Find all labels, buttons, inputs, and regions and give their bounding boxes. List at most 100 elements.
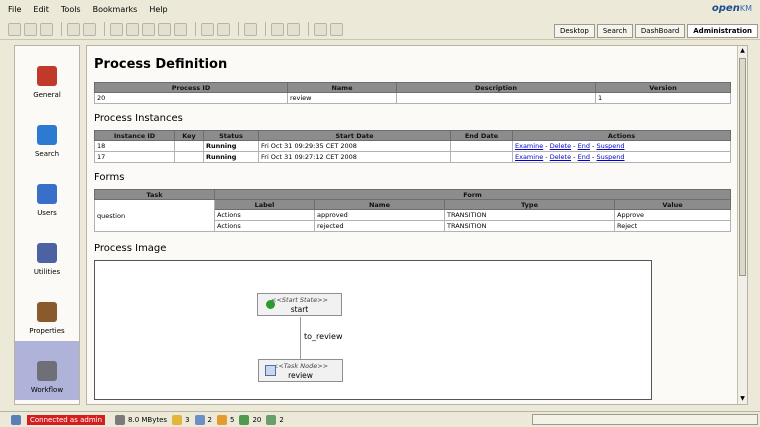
table-cell [396,92,596,104]
instance-id: 18 [94,140,175,152]
remove-property-group-icon[interactable] [217,22,230,36]
workflow-content: Process Definition Process ID Name Descr… [94,46,738,400]
menu-edit[interactable]: Edit [33,5,49,14]
section-title: Forms [94,172,125,183]
process-instances-table: Instance ID Key Status Start Date End Da… [94,130,731,163]
column-header: Form [214,189,731,200]
end-link[interactable]: End [578,153,590,161]
sidebar-item-properties[interactable]: Properties [15,282,79,341]
column-header: Label [214,199,315,210]
sidebar-item-users[interactable]: Users [15,164,79,223]
menu-bookmarks[interactable]: Bookmarks [93,5,138,14]
delete-link[interactable]: Delete [550,153,571,161]
home-icon[interactable] [330,22,343,36]
column-header: Key [174,130,204,141]
lock-icon[interactable] [67,22,80,36]
memory-icon [115,414,126,425]
find-folder-icon[interactable] [24,22,37,36]
tab-desktop[interactable]: Desktop [553,24,595,38]
separator: - [545,142,548,150]
cancel-checkout-icon[interactable] [174,22,187,36]
vertical-scrollbar[interactable]: ▲ ▼ [737,46,747,404]
table-cell: 20 [94,92,288,104]
sidebar-item-general[interactable]: General [15,46,79,105]
sidebar-item-search[interactable]: Search [15,105,79,164]
suspend-link[interactable]: Suspend [596,142,624,150]
separator: - [545,153,548,161]
pooled-task-icon[interactable] [266,414,277,425]
tab-administration[interactable]: Administration [687,24,758,38]
unlock-icon[interactable] [83,22,96,36]
table-row: question Label Name Type Value [94,199,731,232]
add-property-group-icon[interactable] [201,22,214,36]
form-type: TRANSITION [444,209,615,221]
find-document-icon[interactable] [40,22,53,36]
checkout-icon[interactable] [194,414,205,425]
menu-help[interactable]: Help [149,5,167,14]
menu-file[interactable]: File [8,5,21,14]
table-cell: review [287,92,397,104]
examine-link[interactable]: Examine [515,142,543,150]
forms-table: Task Form question Label Name Type Value… [94,189,731,232]
start-workflow-icon[interactable] [244,22,257,36]
column-header: End Date [450,130,513,141]
refresh-icon[interactable] [314,22,327,36]
subscription-count: 5 [230,415,235,424]
lock-icon[interactable] [172,414,183,425]
toolbar-separator [61,22,62,36]
end-link[interactable]: End [578,142,590,150]
toolbar-separator [238,22,239,36]
suspend-link[interactable]: Suspend [596,153,624,161]
sidebar-item-utilities[interactable]: Utilities [15,223,79,282]
page-title: Process Definition [94,57,228,72]
tab-dashboard[interactable]: DashBoard [634,24,686,38]
examine-link[interactable]: Examine [515,153,543,161]
column-header: Value [614,199,731,210]
form-task: question [94,199,215,232]
sidebar-item-label: Utilities [33,268,61,276]
properties-icon [37,302,57,322]
add-document-icon[interactable] [110,22,123,36]
column-header: Name [314,199,445,210]
remove-subscription-icon[interactable] [287,22,300,36]
instance-end-date [450,140,513,152]
scroll-down-arrow[interactable]: ▼ [739,395,746,403]
main-tabs: Desktop Search DashBoard Administration [552,24,758,38]
add-subscription-icon[interactable] [271,22,284,36]
sidebar-item-workflow[interactable]: Workflow [15,341,79,400]
form-value: Approve [614,209,731,221]
scroll-up-arrow[interactable]: ▲ [739,47,746,55]
sidebar-item-label: Search [34,150,60,158]
column-header: Version [595,82,731,93]
admin-sidebar: General Search Users Utilities Propertie… [14,45,80,405]
delete-link[interactable]: Delete [550,142,571,150]
transition-label: to_review [304,332,343,341]
instance-actions: Examine - Delete - End - Suspend [512,140,731,152]
instance-status: Running [203,151,259,163]
instance-actions: Examine - Delete - End - Suspend [512,151,731,163]
tab-search[interactable]: Search [596,24,633,38]
separator: - [573,142,576,150]
checkin-icon[interactable] [158,22,171,36]
instance-end-date [450,151,513,163]
table-row: 18 Running Fri Oct 31 09:29:35 CET 2008 … [94,140,731,152]
house-icon [37,66,57,86]
column-header: Type [444,199,615,210]
locked-count: 3 [185,415,190,424]
column-header: Actions [512,130,731,141]
workflow-task-icon[interactable] [239,414,250,425]
menu-bar: File Edit Tools Bookmarks Help openKM [0,0,760,19]
form-type: TRANSITION [444,220,615,232]
pending-task-count: 20 [252,415,262,424]
delete-icon[interactable] [126,22,139,36]
scroll-thumb[interactable] [739,58,746,276]
column-header: Name [287,82,397,93]
create-folder-icon[interactable] [8,22,21,36]
checkout-icon[interactable] [142,22,155,36]
menu-tools[interactable]: Tools [61,5,81,14]
column-header: Task [94,189,215,200]
column-header: Status [203,130,259,141]
toolbar-separator [308,22,309,36]
form-name: approved [314,209,445,221]
subscription-icon[interactable] [217,414,227,425]
